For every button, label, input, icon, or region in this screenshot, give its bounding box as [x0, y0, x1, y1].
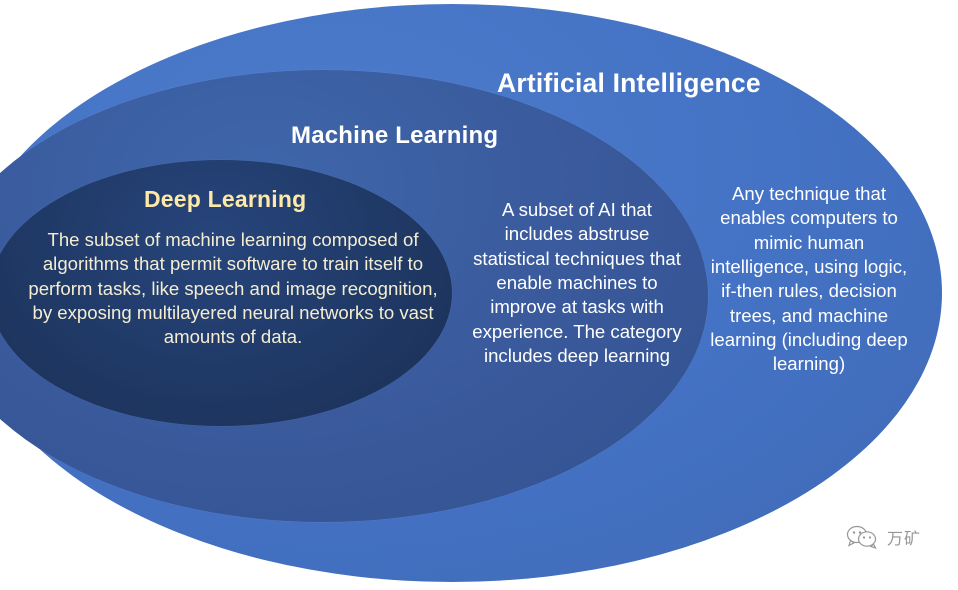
machine-learning-description: A subset of AI that includes abstruse st…	[472, 199, 682, 367]
machine-learning-title: Machine Learning	[291, 122, 499, 149]
deep-learning-title: Deep Learning	[144, 186, 307, 212]
deep-learning-description: The subset of machine learning composed …	[28, 229, 438, 348]
diagram-canvas: Artificial Intelligence Machine Learning…	[0, 0, 958, 590]
watermark-label: 万矿	[887, 529, 922, 548]
watermark: 万矿	[846, 525, 921, 549]
artificial-intelligence-title: Artificial Intelligence	[497, 68, 761, 98]
artificial-intelligence-description: Any technique that enables computers to …	[710, 183, 908, 375]
wechat-bubbles-icon	[846, 525, 880, 549]
